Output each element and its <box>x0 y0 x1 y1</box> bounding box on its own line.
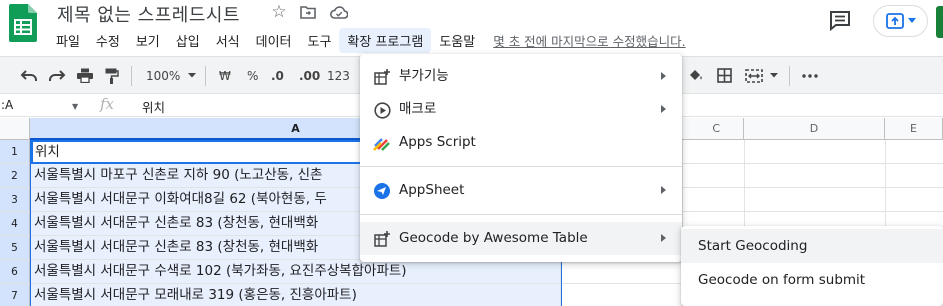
submenu-arrow-icon <box>661 72 666 80</box>
row-header-5[interactable]: 5 <box>0 236 30 260</box>
menu-divider <box>360 166 682 167</box>
menu-help[interactable]: 도움말 <box>431 28 483 53</box>
sheets-logo-icon[interactable] <box>9 4 37 42</box>
submenu-arrow-icon <box>661 186 666 194</box>
move-folder-icon[interactable] <box>298 2 318 22</box>
column-header-e[interactable]: E <box>885 118 943 140</box>
menu-view[interactable]: 보기 <box>128 28 168 53</box>
star-icon[interactable]: ☆ <box>269 2 289 22</box>
toolbar-divider <box>205 66 206 86</box>
submenu-arrow-icon <box>661 105 666 113</box>
addon-icon <box>373 68 391 86</box>
menu-extensions[interactable]: 확장 프로그램 <box>339 27 432 53</box>
row-header-7[interactable]: 7 <box>0 284 30 306</box>
extensions-menu: 부가기능 매크로 Apps Script AppSheet Geocode by… <box>360 54 682 262</box>
document-title[interactable]: 제목 없는 스프레드시트 <box>57 1 240 27</box>
chevron-down-icon <box>770 73 778 78</box>
menu-item-macros[interactable]: 매크로 <box>360 93 682 126</box>
formula-input[interactable]: 위치 <box>142 97 165 116</box>
menu-item-geocode-addon[interactable]: Geocode by Awesome Table <box>360 222 682 255</box>
last-edit-link[interactable]: 몇 초 전에 마지막으로 수정했습니다. <box>493 31 685 50</box>
cloud-status-icon[interactable] <box>329 2 349 22</box>
submenu-arrow-icon <box>661 234 666 242</box>
present-icon <box>885 13 904 29</box>
menu-item-appsheet[interactable]: AppSheet <box>360 174 682 207</box>
menu-insert[interactable]: 삽입 <box>168 28 208 53</box>
apps-script-icon <box>373 134 391 152</box>
row-header-4[interactable]: 4 <box>0 212 30 236</box>
geocode-addon-icon <box>373 230 391 248</box>
menu-item-addons[interactable]: 부가기능 <box>360 60 682 93</box>
row-header-2[interactable]: 2 <box>0 164 30 188</box>
geocode-submenu: Start Geocoding Geocode on form submit <box>681 226 943 306</box>
present-button[interactable] <box>873 5 928 37</box>
share-button-edge[interactable] <box>936 6 943 38</box>
comment-history-icon[interactable] <box>827 8 853 34</box>
menu-item-label: Geocode by Awesome Table <box>399 230 588 246</box>
row-header-1[interactable]: 1 <box>0 140 30 164</box>
row-header-3[interactable]: 3 <box>0 188 30 212</box>
function-icon: fx <box>100 95 115 113</box>
menu-item-label: Apps Script <box>399 134 476 150</box>
decrease-decimal-button[interactable]: .0 <box>271 57 284 94</box>
increase-decimal-button[interactable]: .00 <box>299 57 320 94</box>
redo-icon[interactable] <box>48 57 66 94</box>
merge-cells-icon[interactable] <box>745 57 778 94</box>
number-format-label: 123 <box>327 68 350 83</box>
menu-item-apps-script[interactable]: Apps Script <box>360 126 682 159</box>
column-header-c[interactable]: C <box>682 118 744 140</box>
zoom-select[interactable]: 100% <box>146 57 197 94</box>
undo-icon[interactable] <box>20 57 38 94</box>
macro-play-icon <box>373 101 391 119</box>
menu-item-label: AppSheet <box>399 182 465 198</box>
chevron-down-icon <box>188 73 197 78</box>
column-header-d[interactable]: D <box>744 118 885 140</box>
menu-file[interactable]: 파일 <box>48 28 88 53</box>
row-header-6[interactable]: 6 <box>0 260 30 284</box>
cell-a7[interactable]: 서울특별시 서대문구 모래내로 319 (홍은동, 진흥아파트) <box>31 284 561 306</box>
more-options-icon[interactable] <box>802 57 818 94</box>
chevron-down-icon[interactable]: ▼ <box>72 102 78 111</box>
start-geocoding-item[interactable]: Start Geocoding <box>681 229 943 263</box>
borders-icon[interactable] <box>717 57 732 94</box>
menu-edit[interactable]: 수정 <box>88 28 128 53</box>
number-format-select[interactable]: 123 <box>327 57 350 94</box>
appsheet-icon <box>373 182 391 200</box>
cell-a6[interactable]: 서울특별시 서대문구 수색로 102 (북가좌동, 요진주상복합아파트) <box>31 260 561 284</box>
paint-format-icon[interactable] <box>105 57 119 94</box>
menu-tools[interactable]: 도구 <box>300 28 340 53</box>
print-icon[interactable] <box>77 57 93 94</box>
chevron-down-icon <box>907 18 916 23</box>
select-all-corner[interactable] <box>0 118 30 140</box>
zoom-value: 100% <box>146 68 181 83</box>
title-bar: 제목 없는 스프레드시트 ☆ 파일 수정 보기 삽입 서식 데이터 도구 확장 … <box>0 0 943 54</box>
menu-format[interactable]: 서식 <box>208 28 248 53</box>
toolbar-divider <box>131 66 132 86</box>
menu-item-label: 매크로 <box>399 101 437 117</box>
toolbar-divider <box>789 66 790 86</box>
menu-data[interactable]: 데이터 <box>248 28 300 53</box>
menu-bar: 파일 수정 보기 삽입 서식 데이터 도구 확장 프로그램 도움말 몇 초 전에… <box>48 27 686 53</box>
fill-color-icon[interactable] <box>688 57 704 94</box>
menu-divider <box>360 214 682 215</box>
percent-format-button[interactable]: % <box>247 57 258 94</box>
menu-item-label: 부가기능 <box>399 68 449 84</box>
currency-format-button[interactable]: ₩ <box>219 57 231 94</box>
geocode-on-form-submit-item[interactable]: Geocode on form submit <box>681 263 943 297</box>
